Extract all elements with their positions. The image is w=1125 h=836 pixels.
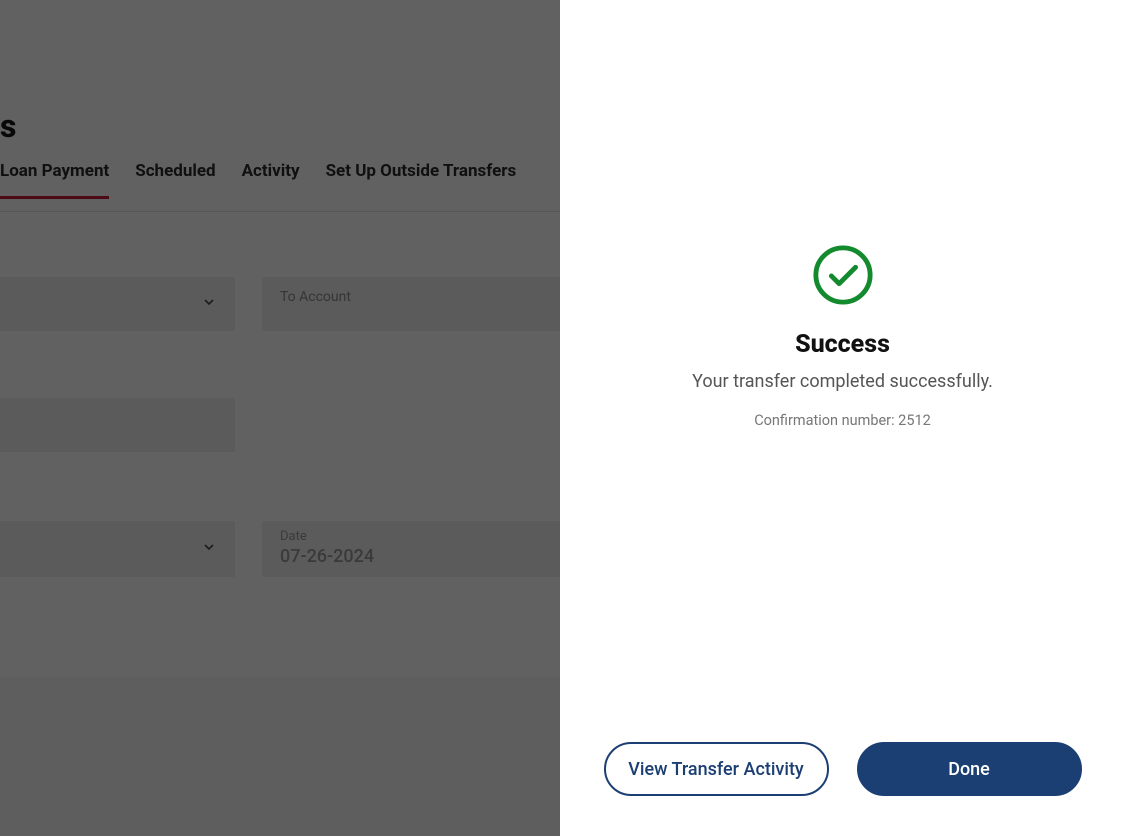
view-transfer-activity-button[interactable]: View Transfer Activity: [604, 742, 829, 796]
success-message: Your transfer completed successfully.: [560, 371, 1125, 392]
panel-actions: View Transfer Activity Done: [560, 742, 1125, 796]
success-content: Success Your transfer completed successf…: [560, 244, 1125, 429]
viewport: s Loan Payment Scheduled Activity Set Up…: [0, 0, 1125, 836]
modal-overlay: [0, 0, 560, 836]
success-title: Success: [560, 330, 1125, 359]
done-button[interactable]: Done: [857, 742, 1082, 796]
confirmation-number: Confirmation number: 2512: [560, 412, 1125, 429]
success-check-icon: [812, 244, 874, 306]
success-panel: Success Your transfer completed successf…: [560, 0, 1125, 836]
